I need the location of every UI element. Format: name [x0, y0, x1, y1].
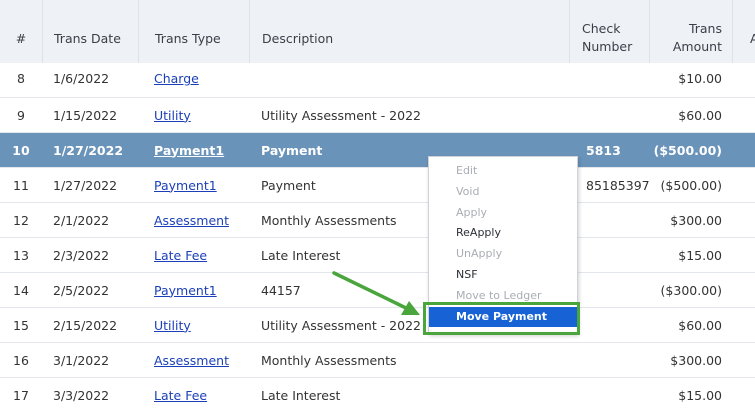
trans-date-cell: 2/3/2022 [53, 247, 110, 263]
trans-date-cell: 1/27/2022 [53, 142, 124, 158]
row-number: 12 [13, 212, 29, 228]
trans-type-cell: Assessment [138, 343, 249, 377]
check-number-cell: 5813 [586, 142, 621, 158]
table-row[interactable]: 9 1/15/2022 Utility Utility Assessment - 20… [0, 98, 755, 133]
table-row[interactable]: 8 1/6/2022 Charge $10.00 [0, 63, 755, 98]
check-number-cell [569, 63, 649, 97]
trans-type-cell: Late Fee [138, 238, 249, 272]
menu-item-move-payment[interactable]: Move Payment [429, 306, 577, 327]
trans-amount-cell: $60.00 [678, 107, 722, 123]
trans-date-cell: 3/3/2022 [53, 387, 110, 403]
trans-type-link[interactable]: Charge [154, 71, 199, 86]
check-number-cell [569, 203, 649, 237]
row-number: 16 [13, 352, 29, 368]
menu-item-nsf[interactable]: NSF [429, 265, 577, 285]
trans-type-link[interactable]: Payment1 [154, 178, 217, 193]
trans-type-cell: Payment1 [138, 133, 249, 167]
trans-type-cell: Payment1 [138, 273, 249, 307]
trans-type-cell: Payment1 [138, 168, 249, 202]
trans-type-cell: Utility [138, 308, 249, 342]
menu-item-apply[interactable]: Apply [429, 203, 577, 223]
row-number: 17 [13, 387, 29, 403]
row-number: 15 [13, 317, 29, 333]
trans-amount-cell: ($500.00) [660, 177, 722, 193]
description-cell: Monthly Assessments [261, 352, 397, 368]
table-row[interactable]: 12 2/1/2022 Assessment Monthly Assessments $… [0, 203, 755, 238]
table-row[interactable]: 16 3/1/2022 Assessment Monthly Assessments $… [0, 343, 755, 378]
table-row[interactable]: 17 3/3/2022 Late Fee Late Interest $15.00 [0, 378, 755, 412]
trans-amount-cell: $10.00 [678, 71, 722, 86]
table-row[interactable]: 10 1/27/2022 Payment1 Payment 5813 ($500.00) [0, 133, 755, 168]
row-number: 14 [13, 282, 29, 298]
trans-type-link[interactable]: Payment1 [154, 283, 217, 298]
trans-date-cell: 2/1/2022 [53, 212, 110, 228]
trans-date-cell: 1/6/2022 [53, 71, 110, 86]
trans-amount-cell: $15.00 [678, 387, 722, 403]
description-cell: Late Interest [261, 387, 341, 403]
col-header-amount-line1: Trans [688, 21, 722, 36]
context-menu: Edit Void Apply ReApply UnApply NSF Move to Le… [428, 156, 578, 334]
description-cell [249, 63, 569, 97]
trans-type-link[interactable]: Utility [154, 318, 191, 333]
trans-type-link[interactable]: Late Fee [154, 248, 207, 263]
trans-amount-cell: $300.00 [670, 212, 722, 228]
trans-type-link[interactable]: Payment1 [154, 143, 224, 158]
col-header-check-line1: Check [582, 21, 621, 36]
table-row[interactable]: 13 2/3/2022 Late Fee Late Interest $15.00 [0, 238, 755, 273]
row-number: 11 [13, 177, 29, 193]
check-number-cell [569, 308, 649, 342]
trans-type-cell: Utility [138, 98, 249, 132]
table-row[interactable]: 11 1/27/2022 Payment1 Payment 85185397 ($500.… [0, 168, 755, 203]
row-number: 13 [13, 247, 29, 263]
menu-item-move-to-ledger[interactable]: Move to Ledger [429, 286, 577, 306]
trans-type-link[interactable]: Assessment [154, 213, 229, 228]
table-row[interactable]: 14 2/5/2022 Payment1 44157 ($300.00) [0, 273, 755, 308]
menu-item-void[interactable]: Void [429, 182, 577, 202]
trans-date-cell: 2/15/2022 [53, 317, 118, 333]
trans-date-cell: 1/15/2022 [53, 107, 118, 123]
check-number-cell [569, 238, 649, 272]
trans-type-cell: Assessment [138, 203, 249, 237]
trans-type-link[interactable]: Late Fee [154, 388, 207, 403]
trans-type-cell: Late Fee [138, 378, 249, 412]
trans-date-cell: 3/1/2022 [53, 352, 110, 368]
check-number-cell [569, 343, 649, 377]
check-number-cell [569, 378, 649, 412]
trans-amount-cell: ($500.00) [653, 142, 722, 158]
transactions-grid: # Trans Date Trans Type Description Chec… [0, 0, 755, 412]
trans-type-link[interactable]: Utility [154, 108, 191, 123]
trans-type-cell: Charge [138, 63, 249, 97]
menu-item-reapply[interactable]: ReApply [429, 223, 577, 243]
trans-date-cell: 2/5/2022 [53, 282, 110, 298]
grid-body: 8 1/6/2022 Charge $10.00 9 1/15/2022 Utility Ut… [0, 63, 755, 412]
description-cell: Utility Assessment - 2022 [261, 107, 421, 123]
check-number-cell [569, 98, 649, 132]
row-number: 8 [17, 71, 25, 86]
trans-amount-cell: $60.00 [678, 317, 722, 333]
col-header-amount-line2: Amount [672, 39, 722, 54]
trans-amount-cell: $15.00 [678, 247, 722, 263]
trans-type-link[interactable]: Assessment [154, 353, 229, 368]
check-number-cell [569, 273, 649, 307]
table-row[interactable]: 15 2/15/2022 Utility Utility Assessment - 2… [0, 308, 755, 343]
row-number: 10 [12, 142, 30, 158]
trans-amount-cell: $300.00 [670, 352, 722, 368]
menu-item-unapply[interactable]: UnApply [429, 244, 577, 264]
row-number: 9 [17, 107, 25, 123]
trans-date-cell: 1/27/2022 [53, 177, 118, 193]
check-number-cell: 85185397 [586, 177, 650, 193]
menu-item-edit[interactable]: Edit [429, 161, 577, 181]
trans-amount-cell: ($300.00) [660, 282, 722, 298]
col-header-check-line2: Number [582, 39, 633, 54]
